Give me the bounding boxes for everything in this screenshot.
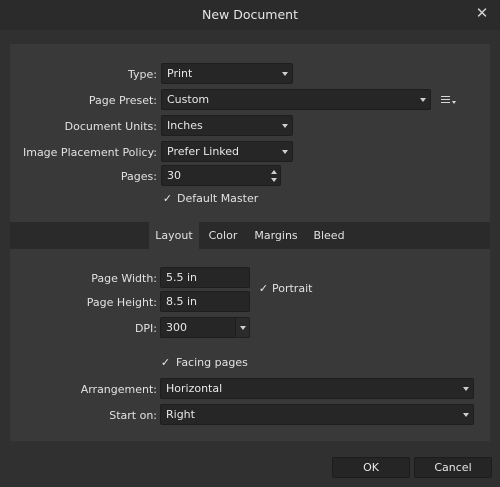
- dpi-value: 300: [166, 321, 187, 334]
- chevron-down-icon: [463, 387, 469, 391]
- start-on-label: Start on:: [109, 409, 157, 422]
- portrait-label: Portrait: [272, 282, 313, 295]
- default-master-checkbox[interactable]: ✓: [162, 193, 173, 204]
- document-units-label: Document Units:: [64, 120, 157, 133]
- tab-margins[interactable]: Margins: [248, 222, 304, 249]
- pages-label: Pages:: [120, 170, 157, 183]
- title-bar: New Document ✕: [0, 0, 500, 30]
- start-on-value: Right: [166, 408, 195, 421]
- pages-stepper[interactable]: 30: [161, 165, 281, 186]
- page-preset-value: Custom: [167, 93, 210, 106]
- arrangement-value: Horizontal: [166, 382, 223, 395]
- tab-bar: Layout Color Margins Bleed: [10, 222, 490, 249]
- arrangement-label: Arrangement:: [80, 383, 157, 396]
- page-height-input[interactable]: 8.5 in: [160, 291, 250, 312]
- cancel-button[interactable]: Cancel: [414, 457, 492, 478]
- tab-color[interactable]: Color: [201, 222, 245, 249]
- pages-value: 30: [167, 169, 181, 182]
- tab-bleed[interactable]: Bleed: [307, 222, 351, 249]
- dpi-dropdown-button[interactable]: [235, 318, 249, 337]
- dpi-combobox[interactable]: 300: [160, 317, 250, 338]
- stepper-arrows-icon[interactable]: [271, 169, 277, 183]
- type-value: Print: [167, 67, 193, 80]
- document-units-value: Inches: [167, 119, 203, 132]
- start-on-dropdown[interactable]: Right: [160, 404, 474, 425]
- chevron-down-icon: [282, 150, 288, 154]
- dpi-label: DPI:: [134, 322, 157, 335]
- chevron-down-icon: [240, 326, 246, 330]
- page-width-label: Page Width:: [91, 272, 157, 285]
- type-dropdown[interactable]: Print: [161, 63, 293, 84]
- page-width-input[interactable]: 5.5 in: [160, 267, 250, 288]
- facing-pages-checkbox[interactable]: ✓: [160, 357, 171, 368]
- facing-pages-label: Facing pages: [176, 356, 248, 369]
- ok-button[interactable]: OK: [332, 457, 410, 478]
- close-icon[interactable]: ✕: [474, 4, 490, 22]
- default-master-label: Default Master: [177, 192, 259, 205]
- page-preset-dropdown[interactable]: Custom: [161, 89, 431, 110]
- page-height-label: Page Height:: [86, 296, 157, 309]
- chevron-down-icon: [282, 124, 288, 128]
- image-placement-dropdown[interactable]: Prefer Linked: [161, 141, 293, 162]
- image-placement-value: Prefer Linked: [167, 145, 240, 158]
- preset-menu-icon[interactable]: [441, 94, 457, 106]
- image-placement-label: Image Placement Policy:: [22, 146, 157, 159]
- page-preset-label: Page Preset:: [88, 94, 157, 107]
- tab-layout[interactable]: Layout: [149, 222, 199, 249]
- page-width-value: 5.5 in: [166, 271, 198, 284]
- type-label: Type:: [128, 68, 157, 81]
- chevron-down-icon: [282, 72, 288, 76]
- dialog-title: New Document: [202, 7, 298, 22]
- page-height-value: 8.5 in: [166, 295, 198, 308]
- portrait-checkbox[interactable]: ✓: [258, 283, 269, 294]
- document-units-dropdown[interactable]: Inches: [161, 115, 293, 136]
- chevron-down-icon: [420, 98, 426, 102]
- arrangement-dropdown[interactable]: Horizontal: [160, 378, 474, 399]
- chevron-down-icon: [463, 413, 469, 417]
